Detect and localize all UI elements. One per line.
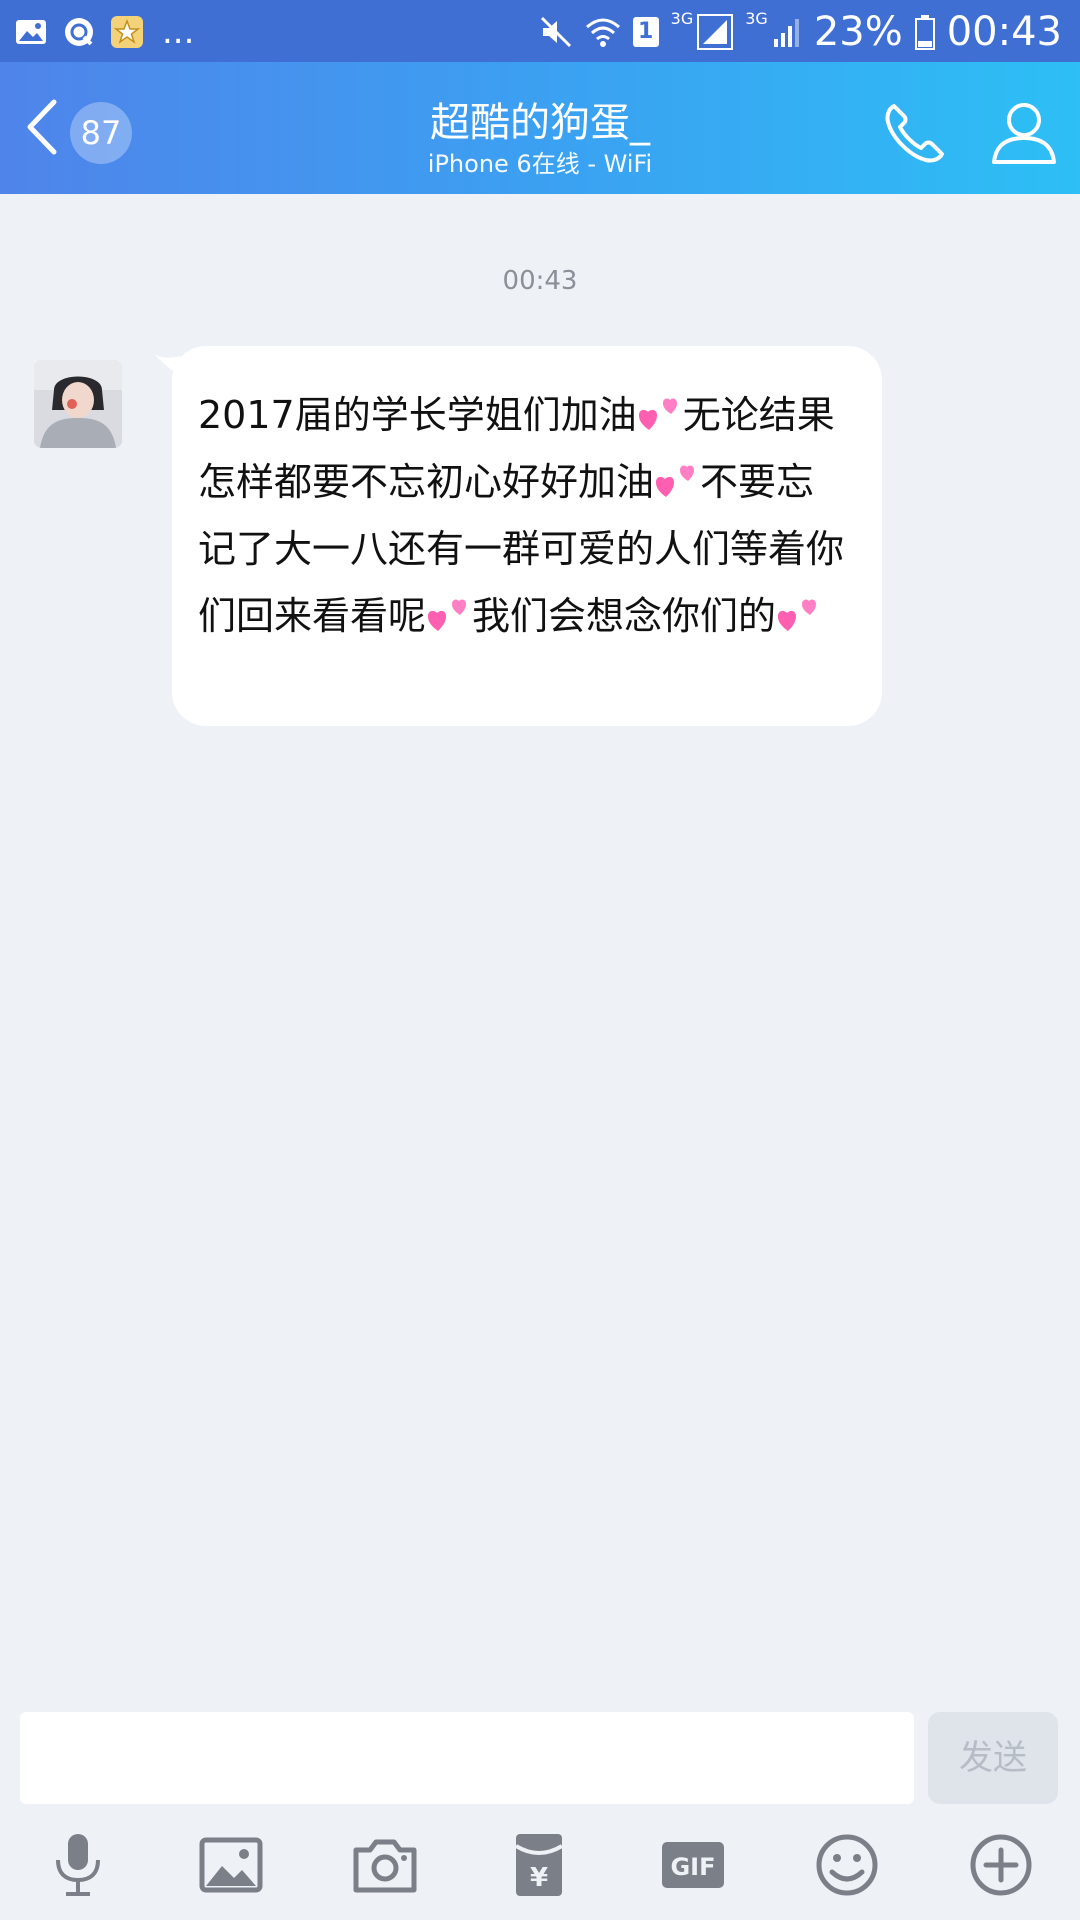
qq-browser-notification-icon <box>65 18 93 46</box>
clock: 00:43 <box>946 9 1062 55</box>
send-button[interactable]: 发送 <box>928 1712 1058 1804</box>
star-app-notification-icon <box>111 16 143 48</box>
status-bar: ... 1 3G 3G 23% 00:43 <box>0 0 1080 62</box>
profile-icon[interactable] <box>988 96 1060 168</box>
network-type-1: 3G <box>670 8 694 28</box>
more-notifications-indicator: ... <box>162 12 195 52</box>
battery-percentage: 23% <box>813 9 903 55</box>
two-hearts-emoji-icon <box>428 599 467 631</box>
phone-call-icon[interactable] <box>880 98 950 168</box>
gif-icon[interactable]: GIF <box>658 1830 728 1900</box>
red-packet-symbol: ¥ <box>530 1863 548 1893</box>
message-input[interactable] <box>20 1712 914 1804</box>
gif-label: GIF <box>670 1853 715 1881</box>
message-segment-1: 2017届的学长学姐们加油 <box>198 393 637 437</box>
message-segment-4: 我们会想念你们的 <box>472 594 777 638</box>
network-type-2: 3G <box>745 8 768 28</box>
two-hearts-emoji-icon <box>656 465 695 497</box>
message-timestamp: 00:43 <box>502 266 578 296</box>
avatar-photo-icon <box>34 360 122 448</box>
two-hearts-emoji-icon <box>778 599 817 631</box>
message-text: 2017届的学长学姐们加油 无论结果怎样都要不忘初心好好加油 不要忘记了大一八还有一… <box>198 382 848 650</box>
signal-strength-icon-1 <box>697 14 734 50</box>
microphone-icon[interactable] <box>42 1830 112 1900</box>
signal-strength-icon-2 <box>773 19 799 47</box>
two-hearts-emoji-icon <box>638 398 677 430</box>
emoji-icon[interactable] <box>812 1830 882 1900</box>
message-bubble[interactable]: 2017届的学长学姐们加油 无论结果怎样都要不忘初心好好加油 不要忘记了大一八还有一… <box>172 346 882 726</box>
input-toolbar: ¥ GIF <box>0 1830 1080 1914</box>
sim-slot-badge: 1 <box>632 17 659 47</box>
camera-icon[interactable] <box>350 1830 420 1900</box>
mute-icon <box>540 16 571 48</box>
gallery-notification-icon <box>16 20 46 44</box>
chat-header: 87 超酷的狗蛋_ iPhone 6在线 - WiFi <box>0 62 1080 194</box>
wifi-icon <box>585 18 620 47</box>
red-packet-icon[interactable]: ¥ <box>504 1830 574 1900</box>
sender-avatar[interactable] <box>34 360 122 448</box>
image-gallery-icon[interactable] <box>196 1830 266 1900</box>
battery-icon <box>914 15 935 50</box>
add-more-icon[interactable] <box>966 1830 1036 1900</box>
